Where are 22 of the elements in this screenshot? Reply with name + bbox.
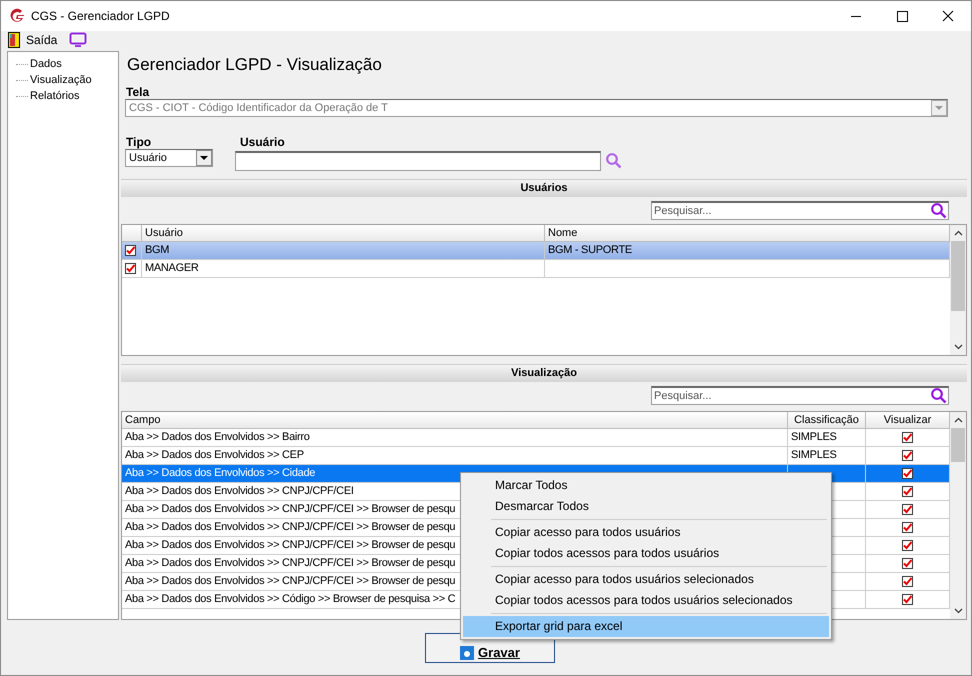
field-label: Usuário (239, 135, 286, 149)
table-cell-text: SIMPLES (791, 448, 837, 463)
table-cell-text: SIMPLES (791, 430, 837, 445)
table-cell-text: Aba >> Dados dos Envolvidos >> CNPJ/CPF/CEI >> Browser de pesqu (125, 538, 456, 553)
table-cell-text: MANAGER (145, 261, 199, 276)
table-cell-text: Aba >> Dados dos Envolvidos >> CEP (125, 448, 304, 463)
table-cell-text: Aba >> Dados dos Envolvidos >> CNPJ/CPF/CEI >> Browser de pesqu (125, 574, 456, 589)
table-cell-text: Aba >> Dados dos Envolvidos >> CNPJ/CPF/CEI (125, 484, 354, 499)
table-cell-text: Aba >> Dados dos Envolvidos >> Cidade (125, 466, 316, 481)
field-label: Tela (125, 85, 150, 99)
field-label: Tipo (125, 135, 152, 149)
table-cell-text: BGM - SUPORTE (548, 243, 632, 258)
table-cell-text: BGM (145, 243, 170, 258)
section-header: Visualização (121, 364, 967, 382)
window-title: CGS - Gerenciador LGPD (31, 9, 170, 23)
table-cell-text: Aba >> Dados dos Envolvidos >> Bairro (125, 430, 310, 445)
section-header: Usuários (121, 179, 967, 197)
page-title: Gerenciador LGPD - Visualização (126, 54, 383, 76)
table-cell-text: Aba >> Dados dos Envolvidos >> CNPJ/CPF/CEI >> Browser de pesqu (125, 502, 456, 517)
table-cell-text: Aba >> Dados dos Envolvidos >> CNPJ/CPF/CEI >> Browser de pesqu (125, 520, 456, 535)
table-cell-text: Aba >> Dados dos Envolvidos >> CNPJ/CPF/CEI >> Browser de pesqu (125, 556, 456, 571)
table-cell-text: Aba >> Dados dos Envolvidos >> Código >> Browser de pesquisa >> C (125, 592, 456, 607)
